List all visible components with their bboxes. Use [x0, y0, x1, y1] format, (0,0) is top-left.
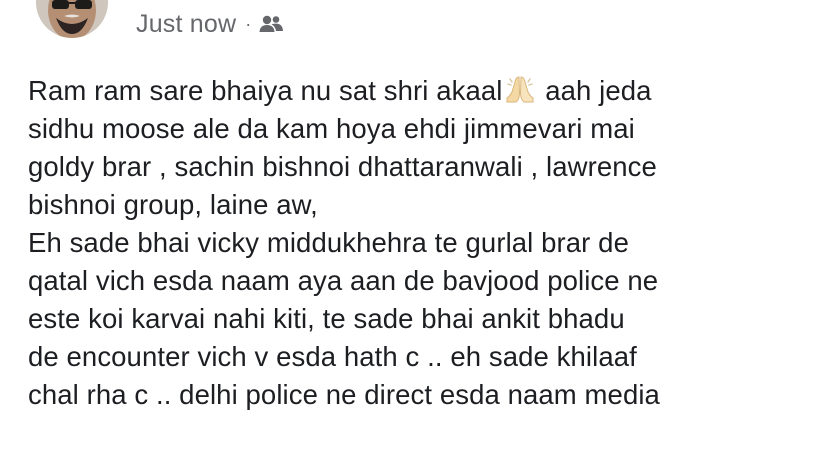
post-timestamp[interactable]: Just now	[136, 10, 236, 39]
post-text-line: chal rha c .. delhi police ne direct esd…	[28, 379, 660, 410]
avatar-photo	[36, 0, 108, 38]
post-meta: Just now ·	[136, 8, 284, 40]
post-text-line: este koi karvai nahi kiti, te sade bhai …	[28, 303, 625, 334]
post-text-segment: aah jeda	[537, 75, 652, 106]
post-text-line: de encounter vich v esda hath c .. eh sa…	[28, 341, 637, 372]
post-text-segment: Ram ram sare bhaiya nu sat shri akaal	[28, 75, 503, 106]
post-text-line: sidhu moose ale da kam hoya ehdi jimmeva…	[28, 113, 635, 144]
post-header: Just now ·	[0, 0, 840, 50]
folded-hands-icon	[504, 74, 536, 114]
avatar[interactable]	[36, 0, 108, 38]
friends-icon[interactable]	[258, 14, 284, 34]
post-text-line: Ram ram sare bhaiya nu sat shri akaal aa…	[28, 72, 828, 110]
post-text-line: Eh sade bhai vicky middukhehra te gurlal…	[28, 227, 629, 258]
post-screenshot: Just now · Ram ram sare bhaiya nu sat sh…	[0, 0, 840, 473]
meta-separator: ·	[245, 14, 252, 34]
post-text: Ram ram sare bhaiya nu sat shri akaal aa…	[28, 72, 828, 414]
post-text-line: bishnoi group, laine aw,	[28, 189, 318, 220]
post-text-line: goldy brar , sachin bishnoi dhattaranwal…	[28, 151, 657, 182]
post-text-line: qatal vich esda naam aya aan de bavjood …	[28, 265, 659, 296]
